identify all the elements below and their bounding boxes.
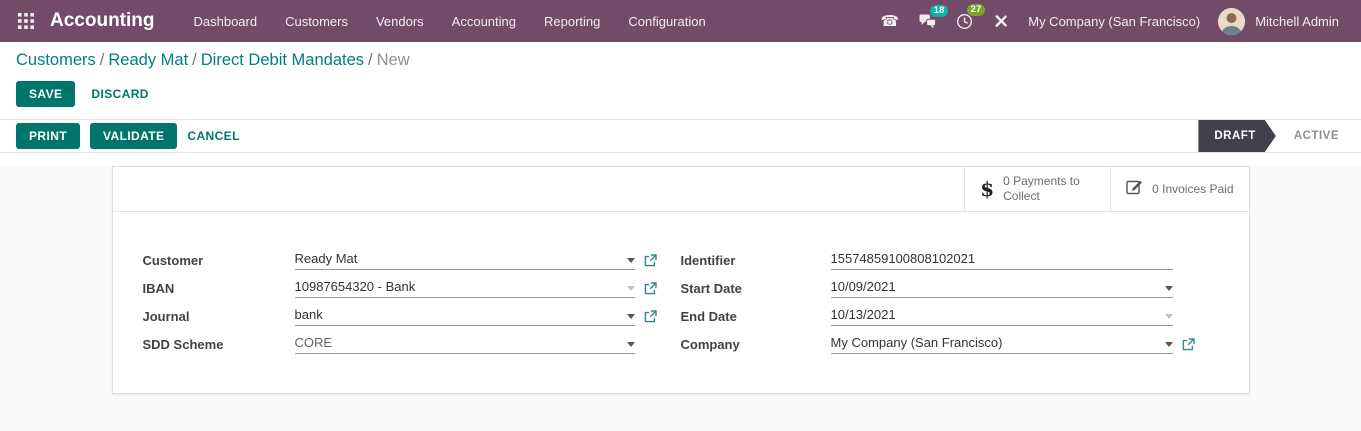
state-stepper: DRAFT ACTIVE [1198,120,1361,152]
breadcrumb-link-ready-mat[interactable]: Ready Mat [108,51,188,69]
start-date-dropdown-caret-icon[interactable] [1164,285,1173,291]
field-customer: Customer Ready Mat [143,246,681,274]
field-journal: Journal bank [143,302,681,330]
user-avatar[interactable] [1218,7,1246,35]
edit-pencil-icon [1126,178,1143,200]
invoices-paid-label: 0 Invoices Paid [1152,181,1234,196]
journal-input[interactable]: bank [294,307,635,326]
messages-badge: 18 [929,4,949,18]
menu-customers[interactable]: Customers [272,6,361,37]
stat-button-row: $ 0 Payments to Collect 0 Invoices Paid [112,167,1249,212]
sdd-scheme-label: SDD Scheme [142,336,224,352]
iban-external-link-icon[interactable] [644,281,657,295]
iban-input[interactable]: 10987654320 - Bank [294,279,635,298]
menu-reporting[interactable]: Reporting [531,6,613,37]
activities-badge: 27 [966,3,986,17]
customer-label: Customer [142,252,204,268]
field-identifier: Identifier 15574859100808102021 [681,246,1209,274]
user-menu[interactable]: Mitchell Admin [1247,14,1347,29]
customer-external-link-icon[interactable] [644,253,657,267]
breadcrumb-link-customers[interactable]: Customers [16,51,96,69]
iban-label: IBAN [142,280,175,296]
end-date-label: End Date [680,308,737,324]
tools-icon[interactable] [984,7,1018,35]
menu-accounting[interactable]: Accounting [439,6,529,37]
main-menu: Dashboard Customers Vendors Accounting R… [181,6,719,37]
dollar-icon: $ [980,177,995,201]
menu-vendors[interactable]: Vendors [363,6,437,37]
field-end-date: End Date 10/13/2021 [681,302,1209,330]
state-draft[interactable]: DRAFT [1198,120,1275,152]
print-button[interactable]: PRINT [16,123,80,149]
sdd-scheme-dropdown-caret-icon[interactable] [626,341,635,347]
field-company: Company My Company (San Francisco) [681,330,1209,358]
start-date-input[interactable]: 10/09/2021 [830,279,1173,298]
customer-input[interactable]: Ready Mat [294,251,635,270]
menu-dashboard[interactable]: Dashboard [181,6,271,37]
app-name[interactable]: Accounting [50,10,155,32]
phone-icon[interactable]: ☎ [872,8,909,35]
breadcrumb: Customers / Ready Mat / Direct Debit Mandate… [16,51,410,69]
company-dropdown-caret-icon[interactable] [1164,341,1173,347]
breadcrumb-link-direct-debit-mandates[interactable]: Direct Debit Mandates [201,51,364,69]
save-button[interactable]: SAVE [16,81,76,107]
sdd-scheme-input[interactable]: CORE [294,335,635,354]
mandate-form: Customer Ready Mat IBAN 10987654320 - Ba… [113,212,1249,358]
iban-dropdown-caret-icon[interactable] [626,285,635,291]
journal-label: Journal [142,308,190,324]
payments-to-collect-button[interactable]: $ 0 Payments to Collect [964,167,1111,211]
journal-dropdown-caret-icon[interactable] [626,313,635,319]
form-sheet: $ 0 Payments to Collect 0 Invoices Paid … [111,166,1250,394]
state-active[interactable]: ACTIVE [1276,120,1361,152]
invoices-paid-button[interactable]: 0 Invoices Paid [1110,167,1249,211]
breadcrumb-current: New [376,51,410,69]
statusbar: PRINT VALIDATE CANCEL DRAFT ACTIVE [0,119,1361,153]
end-date-dropdown-caret-icon[interactable] [1164,313,1173,319]
activities-clock-icon[interactable]: 27 [947,3,986,36]
cancel-button[interactable]: CANCEL [187,129,239,143]
field-sdd-scheme: SDD Scheme CORE [143,330,681,358]
content-area: $ 0 Payments to Collect 0 Invoices Paid … [0,166,1361,431]
identifier-input[interactable]: 15574859100808102021 [830,251,1173,270]
record-actions: SAVE DISCARD [16,81,1345,107]
discard-button[interactable]: DISCARD [91,87,148,101]
journal-external-link-icon[interactable] [644,309,657,323]
top-navbar: Accounting Dashboard Customers Vendors A… [0,0,1361,42]
start-date-label: Start Date [680,280,742,296]
messages-icon[interactable]: 18 [910,4,949,35]
navbar-right: ☎ 18 27 My Company (San Francisco) Mitch… [872,3,1347,36]
end-date-input[interactable]: 10/13/2021 [830,307,1173,326]
control-panel: Customers / Ready Mat / Direct Debit Mandate… [0,42,1361,119]
company-input[interactable]: My Company (San Francisco) [830,335,1173,354]
payments-to-collect-label: 0 Payments to Collect [1003,174,1080,203]
field-start-date: Start Date 10/09/2021 [681,274,1209,302]
validate-button[interactable]: VALIDATE [90,123,178,149]
company-label: Company [680,336,740,352]
company-external-link-icon[interactable] [1182,337,1195,351]
company-switcher[interactable]: My Company (San Francisco) [1020,14,1208,29]
customer-dropdown-caret-icon[interactable] [626,257,635,263]
menu-configuration[interactable]: Configuration [615,6,718,37]
apps-grid-icon[interactable] [10,5,42,37]
field-iban: IBAN 10987654320 - Bank [143,274,681,302]
identifier-label: Identifier [680,252,736,268]
